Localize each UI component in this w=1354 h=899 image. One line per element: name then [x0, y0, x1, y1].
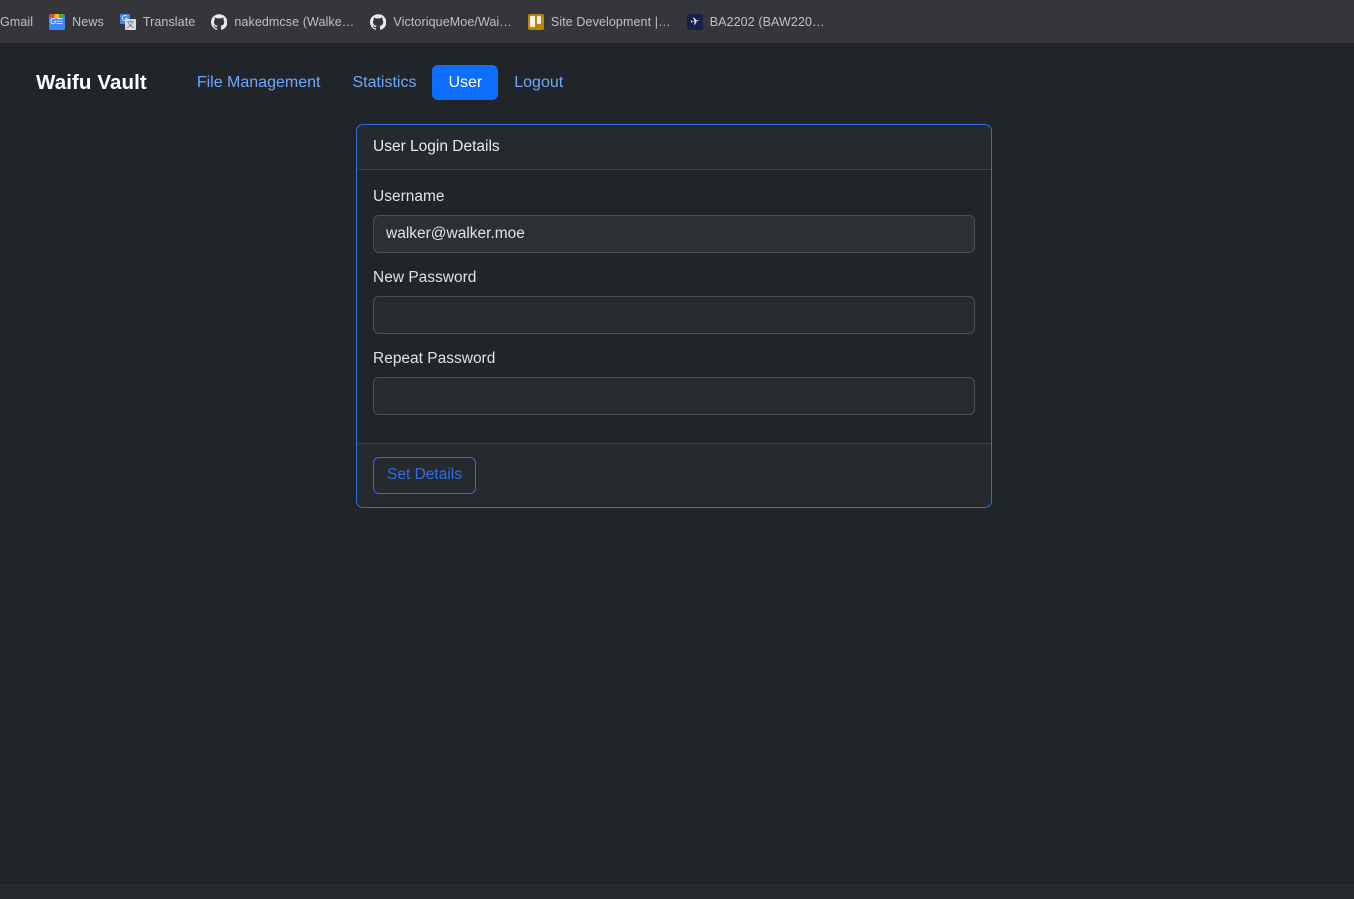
bookmark-label: VictoriqueMoe/Wai…	[393, 14, 512, 29]
brand-waifu-vault[interactable]: Waifu Vault	[36, 71, 147, 95]
flight-icon	[686, 13, 703, 30]
form-group-new-password: New Password	[373, 269, 975, 334]
card-footer: Set Details	[357, 443, 991, 507]
navbar: Waifu Vault File Management Statistics U…	[0, 43, 1354, 101]
github-icon	[211, 13, 228, 30]
bookmark-site-development[interactable]: Site Development |…	[520, 8, 679, 36]
nav-links: File Management Statistics User Logout	[181, 65, 579, 101]
bookmark-bar: Gmail News Translate nakedmcse (Walke… V…	[0, 0, 1354, 43]
new-password-label: New Password	[373, 269, 477, 286]
form-group-username: Username	[373, 188, 975, 253]
github-icon	[370, 13, 387, 30]
bookmark-label: Translate	[142, 14, 196, 29]
bookmark-news[interactable]: News	[41, 8, 112, 36]
username-input[interactable]	[373, 215, 975, 253]
nav-link-logout[interactable]: Logout	[498, 65, 579, 100]
card-body: Username New Password Repeat Password	[357, 170, 991, 443]
bookmark-translate[interactable]: Translate	[112, 8, 204, 36]
page-content: Waifu Vault File Management Statistics U…	[0, 43, 1354, 899]
board-icon	[527, 13, 544, 30]
bookmark-gmail[interactable]: Gmail	[0, 8, 41, 36]
card-header: User Login Details	[357, 125, 991, 170]
form-group-repeat-password: Repeat Password	[373, 350, 975, 415]
bookmark-label: nakedmcse (Walke…	[234, 14, 355, 29]
repeat-password-input[interactable]	[373, 377, 975, 415]
bookmark-label: BA2202 (BAW220…	[709, 14, 825, 29]
bookmark-label: News	[72, 14, 104, 29]
bookmark-victoriquemoe[interactable]: VictoriqueMoe/Wai…	[362, 8, 520, 36]
bookmark-ba2202[interactable]: BA2202 (BAW220…	[679, 8, 833, 36]
bookmark-nakedmcse[interactable]: nakedmcse (Walke…	[203, 8, 362, 36]
set-details-button[interactable]: Set Details	[373, 457, 476, 494]
username-label: Username	[373, 188, 445, 205]
bookmark-label: Gmail	[0, 14, 34, 29]
user-login-details-card: User Login Details Username New Password…	[356, 124, 992, 508]
repeat-password-label: Repeat Password	[373, 350, 496, 367]
nav-link-user[interactable]: User	[432, 65, 499, 101]
nav-link-file-management[interactable]: File Management	[181, 65, 337, 100]
nav-link-statistics[interactable]: Statistics	[336, 65, 432, 100]
horizontal-scrollbar[interactable]	[0, 885, 1354, 899]
google-translate-icon	[119, 13, 136, 30]
google-news-icon	[49, 13, 66, 30]
new-password-input[interactable]	[373, 296, 975, 334]
bookmark-label: Site Development |…	[550, 14, 671, 29]
